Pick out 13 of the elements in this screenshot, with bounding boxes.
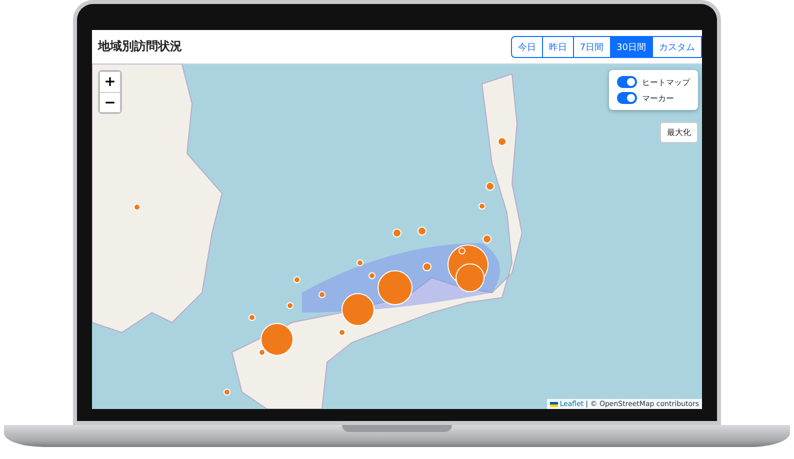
range-tab[interactable]: 今日 bbox=[510, 36, 543, 58]
page-title: 地域別訪問状況 bbox=[98, 38, 182, 55]
range-tab[interactable]: 昨日 bbox=[542, 36, 574, 58]
range-tab[interactable]: 7日間 bbox=[572, 36, 611, 58]
maximize-button[interactable]: 最大化 bbox=[660, 122, 698, 143]
range-tab[interactable]: 30日間 bbox=[610, 36, 653, 58]
layer-label: マーカー bbox=[642, 92, 674, 104]
layer-label: ヒートマップ bbox=[642, 76, 690, 88]
toggle-switch[interactable] bbox=[617, 76, 637, 88]
range-tab[interactable]: カスタム bbox=[652, 36, 702, 58]
flag-icon bbox=[550, 402, 558, 406]
toggle-switch[interactable] bbox=[617, 92, 637, 104]
zoom-out-button[interactable]: − bbox=[100, 92, 120, 112]
